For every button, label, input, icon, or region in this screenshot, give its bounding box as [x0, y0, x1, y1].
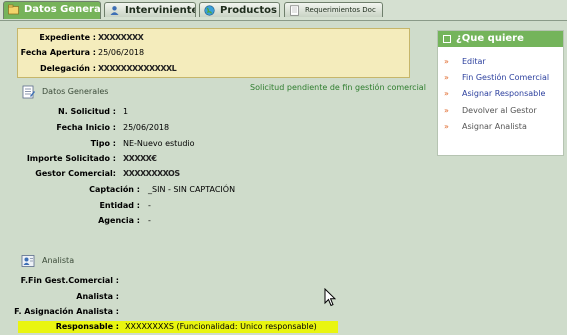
- delegacion-value: XXXXXXXXXXXXXL: [98, 64, 177, 73]
- tab-label: Datos Generales: [24, 4, 101, 15]
- field-value: NE-Nuevo estudio: [123, 139, 195, 148]
- analista-title: Analista: [42, 256, 75, 265]
- arrow-right-icon: »: [444, 122, 449, 131]
- field-label: Agencia :: [98, 216, 140, 225]
- tab-bar: Datos Generales Intervinientes Productos…: [0, 0, 567, 21]
- action-label: Devolver al Gestor: [462, 106, 537, 115]
- analyst-icon: [21, 255, 35, 267]
- tab-intervinientes[interactable]: Intervinientes: [104, 2, 196, 17]
- responsable-value: XXXXXXXXS (Funcionalidad: Unico responsa…: [125, 322, 317, 331]
- tab-datos-generales[interactable]: Datos Generales: [3, 1, 101, 19]
- document-icon: [290, 5, 299, 16]
- field-value: -: [148, 201, 151, 210]
- datos-generales-title: Datos Generales: [42, 87, 109, 96]
- expediente-label: Expediente :: [39, 33, 96, 42]
- action-label: Asignar Analista: [462, 122, 527, 131]
- field-value: XXXXXXXXOS: [123, 169, 180, 178]
- field-label: Fecha Inicio :: [56, 123, 116, 132]
- field-value: -: [148, 216, 151, 225]
- square-icon: [443, 35, 451, 43]
- field-label: F.Fin Gest.Comercial :: [20, 276, 119, 285]
- people-icon: [110, 6, 119, 15]
- field-label: Analista :: [76, 292, 119, 301]
- field-label: Entidad :: [99, 201, 140, 210]
- fecha-apertura-label: Fecha Apertura :: [20, 48, 96, 57]
- responsable-row: Responsable : XXXXXXXXS (Funcionalidad: …: [18, 321, 338, 333]
- expediente-summary-box: Expediente : XXXXXXXX Fecha Apertura : 2…: [17, 28, 410, 78]
- expediente-value: XXXXXXXX: [98, 33, 144, 42]
- field-label: F. Asignación Analista :: [14, 307, 119, 316]
- responsable-label: Responsable :: [55, 322, 119, 331]
- field-label: Tipo :: [90, 139, 116, 148]
- arrow-right-icon: »: [444, 73, 449, 82]
- field-label: Importe Solicitado :: [26, 154, 116, 163]
- arrow-right-icon: »: [444, 89, 449, 98]
- action-label: Asignar Responsable: [462, 89, 546, 98]
- tab-label: Productos: [220, 5, 277, 16]
- tab-requerimientos-doc[interactable]: Requerimientos Doc: [284, 2, 383, 17]
- tab-label: Intervinientes: [125, 5, 195, 16]
- delegacion-label: Delegación :: [39, 64, 96, 73]
- field-value: 1: [123, 107, 129, 116]
- field-value: XXXXX€: [123, 154, 157, 163]
- field-label: Gestor Comercial:: [35, 169, 116, 178]
- arrow-right-icon: »: [444, 57, 449, 66]
- actions-panel-header: ¿Que quiere hacer?: [438, 31, 563, 60]
- notes-icon: [22, 85, 35, 99]
- tab-productos[interactable]: Productos: [199, 2, 280, 17]
- action-label: Editar: [462, 57, 486, 66]
- status-message: Solicitud pendiente de fin gestión comer…: [250, 83, 426, 92]
- field-value: 25/06/2018: [123, 123, 170, 132]
- fecha-apertura-value: 25/06/2018: [98, 48, 145, 57]
- globe-icon: [204, 5, 215, 16]
- field-label: N. Solicitud :: [58, 107, 116, 116]
- mouse-cursor-icon: [324, 288, 336, 307]
- action-label: Fin Gestión Comercial: [462, 73, 550, 82]
- folder-icon: [8, 4, 19, 15]
- tab-label: Requerimientos Doc: [305, 6, 376, 14]
- arrow-right-icon: »: [444, 106, 449, 115]
- actions-panel: ¿Que quiere hacer? » Editar » Fin Gestió…: [437, 30, 564, 156]
- field-value: _SIN - SIN CAPTACIÓN: [148, 185, 236, 194]
- field-label: Captación :: [89, 185, 140, 194]
